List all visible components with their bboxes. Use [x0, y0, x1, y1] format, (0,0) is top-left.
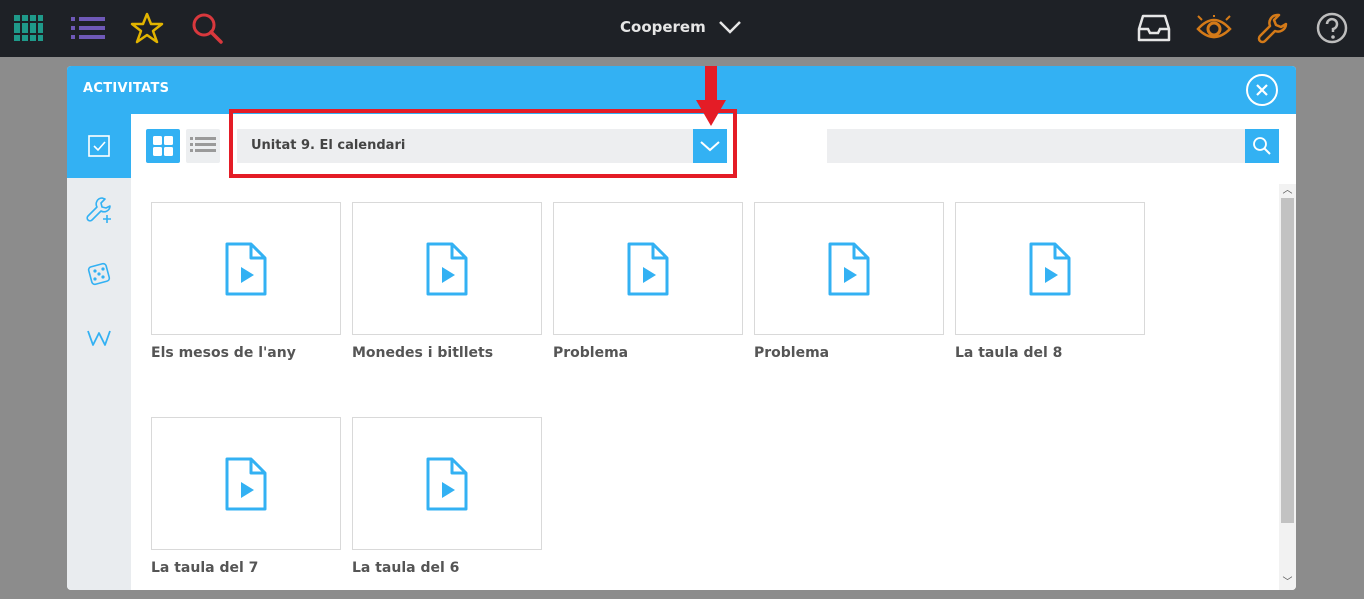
- activity-card[interactable]: Problema: [553, 202, 743, 361]
- modal-header: ACTIVITATS: [67, 66, 1296, 114]
- modal-sidebar: [67, 114, 131, 590]
- activity-title[interactable]: Problema: [754, 345, 944, 361]
- activity-thumbnail[interactable]: [754, 202, 944, 335]
- video-file-icon: [225, 242, 267, 295]
- search-icon[interactable]: [189, 10, 225, 46]
- book-title: Cooperem: [620, 18, 706, 36]
- activity-title[interactable]: La taula del 6: [352, 560, 542, 576]
- sidebar-item-activities[interactable]: [67, 114, 131, 178]
- activity-thumbnail[interactable]: [955, 202, 1145, 335]
- wrench-icon[interactable]: [1255, 10, 1291, 46]
- activity-card[interactable]: Monedes i bitllets: [352, 202, 542, 361]
- grid-icon: [153, 136, 173, 156]
- top-bar: Cooperem: [0, 0, 1364, 57]
- modal-title: ACTIVITATS: [83, 81, 170, 96]
- activity-title[interactable]: Els mesos de l'any: [151, 345, 341, 361]
- video-file-icon: [225, 457, 267, 510]
- activity-title[interactable]: La taula del 8: [955, 345, 1145, 361]
- activities-modal: ACTIVITATS Unitat 9. El calendari ︿ ﹀ El…: [67, 66, 1296, 590]
- video-file-icon: [627, 242, 669, 295]
- activity-title[interactable]: Monedes i bitllets: [352, 345, 542, 361]
- eye-icon[interactable]: [1196, 10, 1232, 46]
- activity-thumbnail[interactable]: [352, 202, 542, 335]
- close-icon: [1256, 84, 1268, 96]
- library-icon[interactable]: [10, 10, 46, 46]
- highlight-box: [229, 109, 737, 178]
- search-input[interactable]: [827, 129, 1245, 163]
- sidebar-item-w[interactable]: [67, 306, 131, 370]
- sidebar-item-games[interactable]: [67, 242, 131, 306]
- search-button[interactable]: [1245, 129, 1279, 163]
- list-view-button[interactable]: [186, 129, 220, 163]
- activity-card[interactable]: La taula del 6: [352, 417, 542, 576]
- help-icon[interactable]: [1314, 10, 1350, 46]
- list-icon[interactable]: [70, 10, 106, 46]
- book-selector[interactable]: Cooperem: [620, 18, 742, 36]
- scroll-thumb[interactable]: [1281, 198, 1294, 523]
- list-icon: [190, 137, 216, 152]
- grid-view-button[interactable]: [146, 129, 180, 163]
- activity-card[interactable]: La taula del 8: [955, 202, 1145, 361]
- video-file-icon: [426, 242, 468, 295]
- activity-card[interactable]: La taula del 7: [151, 417, 341, 576]
- video-file-icon: [426, 457, 468, 510]
- scroll-up-arrow[interactable]: ︿: [1279, 184, 1296, 198]
- w-icon: [87, 330, 111, 346]
- activity-thumbnail[interactable]: [151, 417, 341, 550]
- inbox-icon[interactable]: [1136, 10, 1172, 46]
- activity-thumbnail[interactable]: [151, 202, 341, 335]
- sidebar-item-tools[interactable]: [67, 178, 131, 242]
- scrollbar[interactable]: ︿ ﹀: [1279, 184, 1296, 590]
- chevron-down-icon: [718, 21, 741, 34]
- close-button[interactable]: [1246, 74, 1278, 106]
- star-icon[interactable]: [129, 10, 165, 46]
- activity-title[interactable]: La taula del 7: [151, 560, 341, 576]
- wrench-plus-icon: [86, 197, 111, 223]
- red-arrow-icon: [696, 66, 726, 126]
- dice-icon: [87, 262, 111, 286]
- activity-card[interactable]: Problema: [754, 202, 944, 361]
- activity-thumbnail[interactable]: [352, 417, 542, 550]
- activity-thumbnail[interactable]: [553, 202, 743, 335]
- checkbox-icon: [88, 135, 110, 157]
- activity-card[interactable]: Els mesos de l'any: [151, 202, 341, 361]
- video-file-icon: [1029, 242, 1071, 295]
- search-icon: [1253, 137, 1271, 155]
- activity-title[interactable]: Problema: [553, 345, 743, 361]
- scroll-down-arrow[interactable]: ﹀: [1279, 576, 1296, 590]
- video-file-icon: [828, 242, 870, 295]
